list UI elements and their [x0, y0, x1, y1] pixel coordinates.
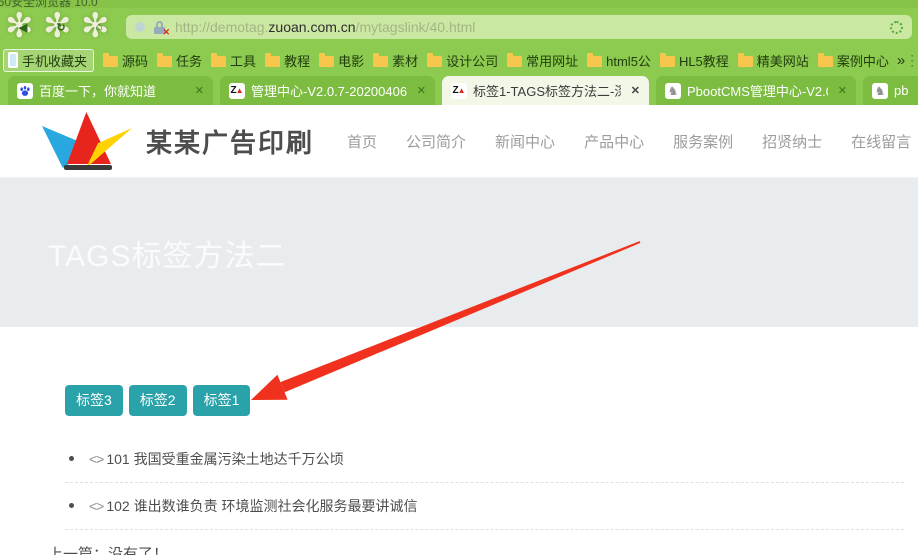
browser-toolbar: ✻ ◀ ✻ ↻ ✻ ⌂ ✕ http://demotag.zuoan.com.c…	[0, 8, 918, 46]
tab-baidu[interactable]: 百度一下，你就知道 ✕	[8, 76, 213, 105]
refresh-icon: ↻	[42, 9, 80, 46]
site-header: 某某广告印刷 首页 公司简介 新闻中心 产品中心 服务案例 招贤纳士 在线留言 …	[0, 105, 918, 178]
tab-tags-page-active[interactable]: Z▲ 标签1-TAGS标签方法二-深圳 ✕	[442, 76, 649, 105]
tag-button-1[interactable]: 标签1	[193, 385, 251, 416]
bookmark-folder-cases[interactable]: 案例中心	[818, 51, 889, 70]
nav-item-about[interactable]: 公司简介	[406, 131, 466, 152]
tag-buttons-row: 标签3 标签2 标签1	[65, 385, 918, 416]
insecure-x-icon: ✕	[162, 27, 170, 38]
article-prefix: <>	[89, 498, 103, 514]
nav-item-products[interactable]: 产品中心	[584, 131, 644, 152]
tab-pboot-partial[interactable]: ♞ pb	[863, 76, 918, 105]
bookmark-folder-tutorials[interactable]: 教程	[265, 51, 310, 70]
bookmark-folder-nice-sites[interactable]: 精美网站	[738, 51, 809, 70]
za-logo-icon: Z▲	[229, 83, 245, 99]
back-button[interactable]: ✻ ◀	[4, 9, 42, 46]
tag-button-2[interactable]: 标签2	[129, 385, 187, 416]
baidu-paw-icon	[17, 83, 33, 99]
close-tab-icon[interactable]: ✕	[631, 84, 640, 97]
refresh-button[interactable]: ✻ ↻	[42, 9, 80, 46]
more-options-icon[interactable]: ⋮	[905, 52, 918, 69]
tag-button-3[interactable]: 标签3	[65, 385, 123, 416]
bookmark-folder-common-urls[interactable]: 常用网址	[507, 51, 578, 70]
page-banner: TAGS标签方法二	[0, 178, 918, 327]
bookmark-folder-tasks[interactable]: 任务	[157, 51, 202, 70]
home-icon: ⌂	[80, 9, 118, 46]
url-text[interactable]: http://demotag.zuoan.com.cn/mytagslink/4…	[175, 19, 475, 35]
article-title[interactable]: 101 我国受重金属污染土地达千万公顷	[106, 451, 343, 467]
article-prefix: <>	[89, 451, 103, 467]
bookmark-folder-design[interactable]: 设计公司	[427, 51, 498, 70]
tab-admin-center[interactable]: Z▲ 管理中心-V2.0.7-20200406 ✕	[220, 76, 435, 105]
article-title[interactable]: 102 谁出数谁负责 环境监测社会化服务最要讲诚信	[106, 498, 417, 514]
pboot-horse-icon: ♞	[665, 83, 681, 99]
bullet-icon	[69, 456, 74, 461]
address-bar[interactable]: ✕ http://demotag.zuoan.com.cn/mytagslink…	[126, 15, 912, 39]
nav-item-home[interactable]: 首页	[347, 131, 377, 152]
folder-icon	[660, 56, 675, 67]
bookmark-folder-source[interactable]: 源码	[103, 51, 148, 70]
bookmark-folder-html5[interactable]: html5公	[587, 51, 651, 70]
pboot-horse-icon: ♞	[872, 83, 888, 99]
nav-item-cases[interactable]: 服务案例	[673, 131, 733, 152]
folder-icon	[507, 56, 522, 67]
site-logo[interactable]: 某某广告印刷	[40, 112, 314, 170]
browser-nav-buttons: ✻ ◀ ✻ ↻ ✻ ⌂	[4, 9, 118, 46]
nav-item-news[interactable]: 新闻中心	[495, 131, 555, 152]
insecure-lock-icon[interactable]: ✕	[153, 21, 166, 34]
phone-icon	[8, 52, 18, 68]
za-logo-icon: Z▲	[451, 83, 467, 99]
folder-icon	[265, 56, 280, 67]
page-title: TAGS标签方法二	[48, 231, 286, 275]
close-tab-icon[interactable]: ✕	[417, 84, 426, 97]
close-tab-icon[interactable]: ✕	[838, 84, 847, 97]
home-button[interactable]: ✻ ⌂	[80, 9, 118, 46]
logo-text: 某某广告印刷	[146, 123, 314, 160]
bookmark-mobile-favorites[interactable]: 手机收藏夹	[3, 49, 94, 72]
back-arrow-icon: ◀	[4, 9, 42, 46]
nav-item-message[interactable]: 在线留言	[851, 131, 911, 152]
folder-icon	[157, 56, 172, 67]
article-list: <>101 我国受重金属污染土地达千万公顷 <>102 谁出数谁负责 环境监测社…	[65, 436, 904, 530]
tab-bar: 百度一下，你就知道 ✕ Z▲ 管理中心-V2.0.7-20200406 ✕ Z▲…	[0, 74, 918, 105]
bookmark-folder-hl5[interactable]: HL5教程	[660, 51, 729, 70]
main-nav: 首页 公司简介 新闻中心 产品中心 服务案例 招贤纳士 在线留言 联系我们	[347, 131, 918, 152]
folder-icon	[818, 56, 833, 67]
bookmarks-right-icons: ⋮	[905, 52, 918, 69]
bookmark-folder-materials[interactable]: 素材	[373, 51, 418, 70]
nav-item-careers[interactable]: 招贤纳士	[762, 131, 822, 152]
folder-icon	[373, 56, 388, 67]
folder-icon	[587, 56, 602, 67]
logo-crown-icon	[40, 112, 134, 170]
close-tab-icon[interactable]: ✕	[195, 84, 204, 97]
bullet-icon	[69, 503, 74, 508]
bookmarks-bar: 手机收藏夹 源码 任务 工具 教程 电影 素材 设计公司 常用网址 html5公…	[0, 46, 918, 74]
article-list-item[interactable]: <>102 谁出数谁负责 环境监测社会化服务最要讲诚信	[65, 483, 904, 530]
folder-icon	[427, 56, 442, 67]
bookmarks-overflow-chevron[interactable]: »	[897, 52, 905, 69]
bookmark-folder-movies[interactable]: 电影	[319, 51, 364, 70]
folder-icon	[319, 56, 334, 67]
article-list-item[interactable]: <>101 我国受重金属污染土地达千万公顷	[65, 436, 904, 483]
window-titlebar: 360安全浏览器 10.0	[0, 0, 918, 8]
previous-post-link[interactable]: 上一篇：没有了！	[48, 543, 918, 555]
folder-icon	[211, 56, 226, 67]
bookmark-folder-tools[interactable]: 工具	[211, 51, 256, 70]
tab-pbootcms-admin[interactable]: ♞ PbootCMS管理中心-V2.0.7- ✕	[656, 76, 856, 105]
folder-icon	[103, 56, 118, 67]
folder-icon	[738, 56, 753, 67]
page-action-icon[interactable]	[890, 21, 903, 34]
site-info-icon[interactable]	[135, 22, 145, 32]
